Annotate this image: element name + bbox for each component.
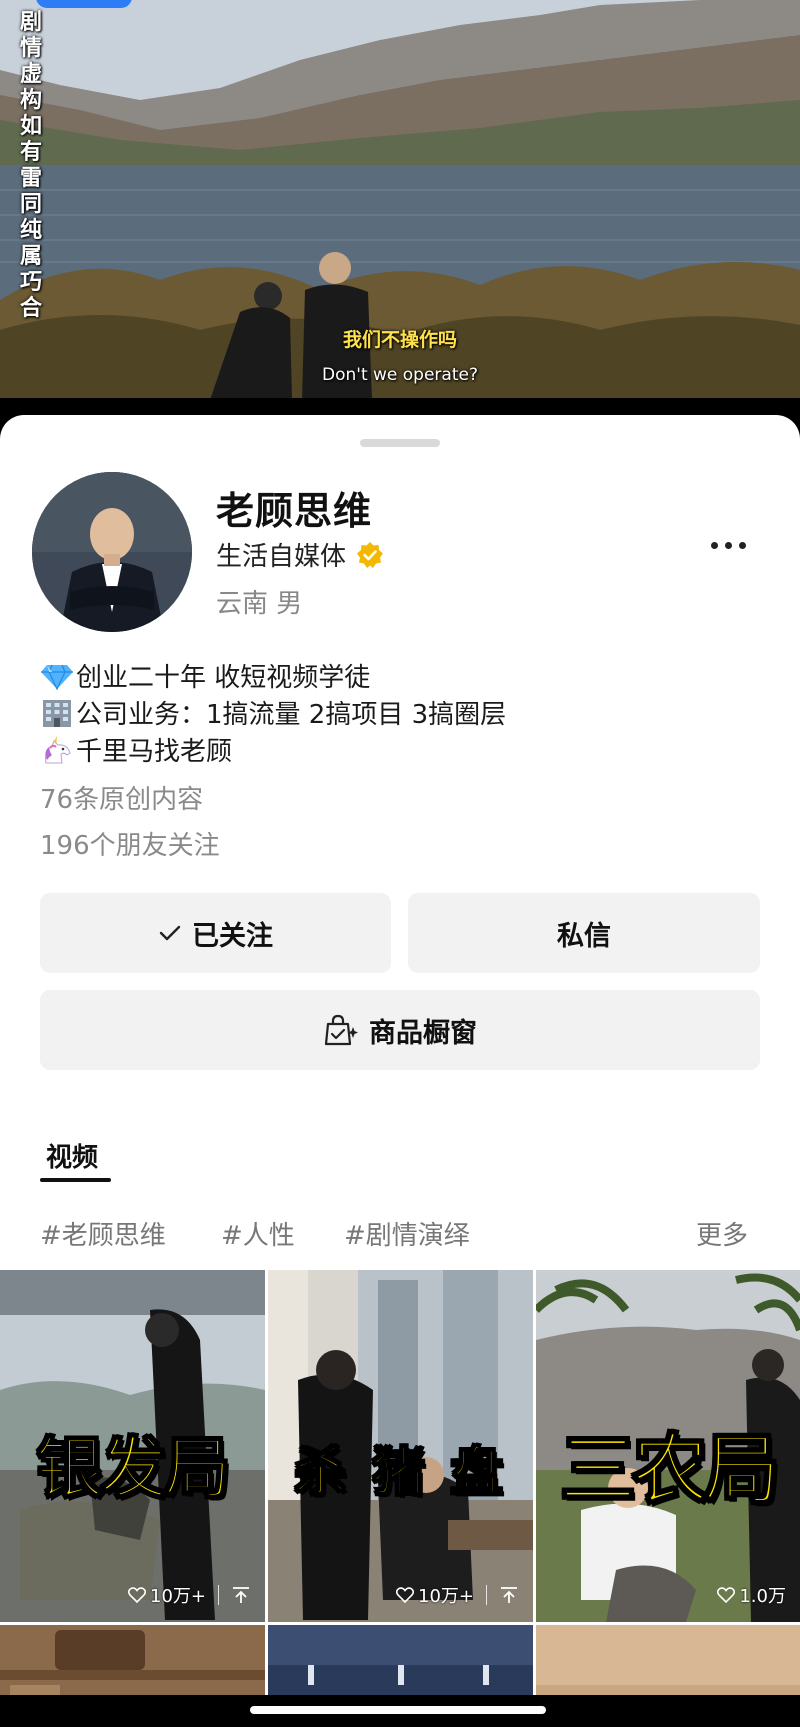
like-count-text: 1.0万: [739, 1586, 786, 1607]
message-button[interactable]: 私信: [408, 893, 760, 973]
profile-name: 老顾思维: [216, 489, 373, 533]
profile-sheet: 老顾思维 生活自媒体 云南 男 创业二十年 收短视频学徒 公司业务：1搞流量 2…: [0, 415, 800, 1727]
bio-line: 公司业务：1搞流量 2搞项目 3搞圈层: [40, 694, 760, 731]
profile-tag: 生活自媒体: [216, 542, 347, 572]
tab-active-indicator: [40, 1178, 111, 1182]
video-thumbnail[interactable]: 三农局 1.0万: [536, 1270, 800, 1622]
video-cover-title: 银发局: [36, 1428, 232, 1508]
like-count-text: 10万+: [150, 1586, 206, 1607]
bio-text: 千里马找老顾: [76, 737, 233, 767]
hashtag-chip[interactable]: #人性: [221, 1215, 295, 1252]
pinned-top-icon: [233, 1587, 249, 1603]
verified-badge-icon: [356, 541, 384, 569]
hashtag-chip[interactable]: #剧情演绎: [344, 1215, 470, 1252]
followed-button[interactable]: 已关注: [40, 893, 391, 973]
location-gender: 云南 男: [216, 589, 303, 619]
like-count-text: 10万+: [418, 1586, 474, 1607]
office-building-emoji-icon: [40, 698, 74, 728]
profile-tag-row: 生活自媒体: [216, 536, 384, 573]
video-thumbnail[interactable]: 杀 猪 盘 10万+: [268, 1270, 533, 1622]
bio: 创业二十年 收短视频学徒 公司业务：1搞流量 2搞项目 3搞圈层 千里马找老顾: [40, 657, 760, 768]
checkmark-icon: [159, 925, 181, 941]
video-like-count: 10万+: [396, 1582, 519, 1608]
product-showcase-button[interactable]: 商品橱窗: [40, 990, 760, 1070]
diamond-emoji-icon: [40, 661, 74, 691]
top-status-pill: [36, 0, 132, 8]
hashtag-more-button[interactable]: 更多: [696, 1215, 748, 1252]
pinned-top-icon: [501, 1587, 517, 1603]
avatar[interactable]: [32, 472, 192, 632]
video-like-count: 1.0万: [717, 1582, 786, 1608]
video-thumbnail[interactable]: 银发局 10万+: [0, 1270, 265, 1622]
divider: [486, 1585, 487, 1605]
subtitle-english: Don't we operate?: [322, 365, 478, 385]
tab-video[interactable]: 视频: [46, 1137, 98, 1174]
sheet-drag-handle[interactable]: [360, 439, 440, 447]
divider: [218, 1585, 219, 1605]
unicorn-emoji-icon: [40, 735, 74, 765]
bio-line: 创业二十年 收短视频学徒: [40, 657, 760, 694]
video-cover-title: 杀 猪 盘: [293, 1441, 507, 1504]
video-cover-title: 三农局: [559, 1424, 781, 1515]
friends-following-count[interactable]: 196个朋友关注: [40, 825, 220, 862]
more-dots-icon[interactable]: [700, 525, 756, 565]
disclaimer-overlay: 剧情虚构 如有雷同 纯属巧合: [19, 10, 42, 321]
hashtag-filter-bar: #老顾思维 #人性 #剧情演绎 更多: [0, 1215, 800, 1259]
message-button-label: 私信: [557, 920, 611, 952]
subtitle-chinese: 我们不操作吗: [342, 329, 457, 351]
original-content-count[interactable]: 76条原创内容: [40, 779, 203, 816]
followed-button-label: 已关注: [192, 920, 273, 952]
bio-text: 创业二十年 收短视频学徒: [76, 663, 371, 693]
video-like-count: 10万+: [128, 1582, 251, 1608]
bio-line: 千里马找老顾: [40, 731, 760, 768]
hashtag-chip[interactable]: #老顾思维: [40, 1215, 166, 1252]
home-indicator[interactable]: [250, 1706, 546, 1714]
video-player[interactable]: 剧情虚构 如有雷同 纯属巧合 我们不操作吗 Don't we operate?: [0, 0, 800, 400]
screen: 剧情虚构 如有雷同 纯属巧合 我们不操作吗 Don't we operate? …: [0, 0, 800, 1727]
heart-icon: [128, 1587, 146, 1603]
shopping-bag-sparkle-icon: [324, 1014, 358, 1046]
bio-text: 公司业务：1搞流量 2搞项目 3搞圈层: [76, 700, 507, 730]
heart-icon: [717, 1587, 736, 1603]
product-showcase-label: 商品橱窗: [369, 1017, 477, 1049]
heart-icon: [396, 1587, 414, 1603]
